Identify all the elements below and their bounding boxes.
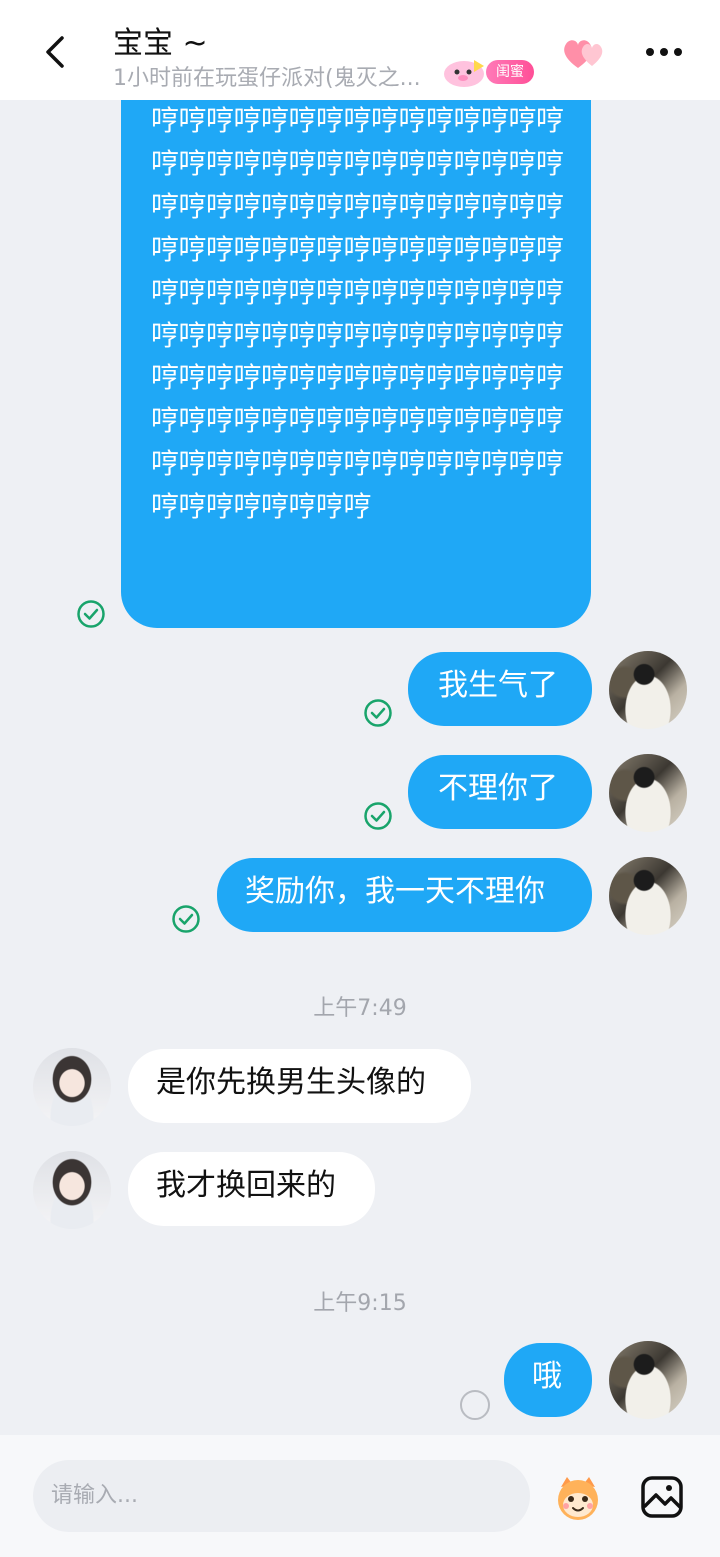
input-bar: 请输入... — [0, 1435, 720, 1557]
sending-status-icon — [460, 1390, 490, 1420]
message-bubble-outgoing[interactable]: 奖励你，我一天不理你 — [217, 858, 592, 932]
message-bubble-incoming[interactable]: 我才换回来的 — [128, 1152, 375, 1226]
image-picker-icon[interactable] — [640, 1475, 684, 1519]
my-avatar[interactable] — [609, 1341, 687, 1419]
emoji-mascot-icon[interactable] — [553, 1473, 603, 1523]
read-check-icon — [76, 599, 106, 629]
message-bubble-outgoing[interactable]: 哼哼哼哼哼哼哼哼哼哼哼哼哼哼哼哼哼哼哼哼哼哼哼哼哼哼哼哼哼哼哼哼哼哼哼哼哼哼哼哼… — [121, 100, 591, 628]
message-bubble-outgoing[interactable]: 不理你了 — [408, 755, 592, 829]
my-avatar[interactable] — [609, 754, 687, 832]
back-icon[interactable] — [36, 32, 76, 72]
relation-badge[interactable]: 闺蜜 — [440, 56, 546, 88]
message-bubble-outgoing[interactable]: 我生气了 — [408, 652, 592, 726]
message-input[interactable]: 请输入... — [33, 1460, 530, 1532]
message-timestamp: 上午7:49 — [313, 996, 407, 1021]
message-bubble-outgoing[interactable]: 哦 — [504, 1343, 592, 1417]
message-list[interactable]: 哼哼哼哼哼哼哼哼哼哼哼哼哼哼哼哼哼哼哼哼哼哼哼哼哼哼哼哼哼哼哼哼哼哼哼哼哼哼哼哼… — [0, 100, 720, 1435]
message-bubble-incoming[interactable]: 是你先换男生头像的 — [128, 1049, 471, 1123]
more-options-icon[interactable] — [640, 36, 688, 68]
my-avatar[interactable] — [609, 857, 687, 935]
chat-header: 宝宝 ~ 1小时前在玩蛋仔派对(鬼灭之... 闺蜜 — [0, 0, 720, 100]
contact-avatar[interactable] — [33, 1048, 111, 1126]
intimacy-hearts-icon[interactable] — [560, 34, 610, 74]
read-check-icon — [171, 904, 201, 934]
contact-status: 1小时前在玩蛋仔派对(鬼灭之... — [113, 66, 421, 91]
message-timestamp: 上午9:15 — [313, 1291, 407, 1316]
read-check-icon — [363, 801, 393, 831]
read-check-icon — [363, 698, 393, 728]
badge-label: 闺蜜 — [486, 60, 534, 84]
contact-name[interactable]: 宝宝 ~ — [113, 18, 208, 62]
contact-avatar[interactable] — [33, 1151, 111, 1229]
my-avatar[interactable] — [609, 651, 687, 729]
